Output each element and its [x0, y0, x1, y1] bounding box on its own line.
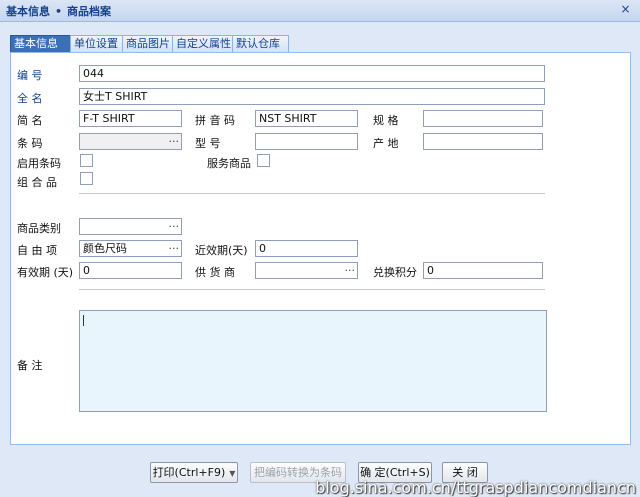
text-caret	[83, 315, 84, 326]
fullname-input[interactable]: 女士T SHIRT	[79, 88, 545, 105]
pinyin-input[interactable]: NST SHIRT	[255, 110, 358, 127]
breadcrumb: 基本信息 • 商品档案	[6, 3, 111, 19]
breadcrumb-basic-info: 基本信息	[6, 5, 50, 18]
form-panel: 编 号 044 全 名 女士T SHIRT 简 名 F-T SHIRT 拼 音 …	[10, 52, 631, 445]
free-item-value: 颜色尺码	[83, 242, 127, 255]
barcode-input[interactable]: ···	[79, 133, 182, 150]
category-label: 商品类别	[17, 222, 61, 235]
category-browse-button[interactable]: ···	[169, 219, 180, 234]
model-label: 型 号	[195, 137, 221, 150]
memo-textarea[interactable]	[79, 310, 547, 412]
tab-goods-images[interactable]: 商品图片	[122, 35, 177, 52]
supplier-label: 供 货 商	[195, 266, 235, 279]
close-icon[interactable]: ×	[620, 3, 631, 15]
barcode-browse-button[interactable]: ···	[169, 134, 180, 149]
service-goods-label: 服务商品	[207, 157, 251, 170]
points-input[interactable]: 0	[423, 262, 543, 279]
barcode-label: 条 码	[17, 137, 43, 150]
free-item-input[interactable]: 颜色尺码 ···	[79, 240, 182, 257]
validity-input[interactable]: 0	[79, 262, 182, 279]
window-titlebar: 基本信息 • 商品档案 ×	[0, 0, 640, 22]
model-input[interactable]	[255, 133, 358, 150]
combo-checkbox[interactable]	[80, 172, 93, 185]
watermark-text: blog.sina.com.cn/ttgraspdiancomdiancn	[315, 478, 636, 497]
category-input[interactable]: ···	[79, 218, 182, 235]
print-button[interactable]: 打印(Ctrl+F9) ▼	[150, 462, 238, 483]
supplier-browse-button[interactable]: ···	[345, 263, 356, 278]
divider	[79, 289, 545, 290]
free-item-label: 自 由 项	[17, 244, 57, 257]
enable-barcode-checkbox[interactable]	[80, 154, 93, 167]
enable-barcode-label: 启用条码	[17, 157, 61, 170]
code-label: 编 号	[17, 69, 43, 82]
origin-input[interactable]	[423, 133, 543, 150]
service-goods-checkbox[interactable]	[257, 154, 270, 167]
memo-label: 备 注	[17, 359, 43, 372]
validity-label: 有效期 (天)	[17, 266, 74, 279]
shortname-label: 简 名	[17, 114, 43, 127]
divider	[79, 193, 545, 194]
tab-unit-settings[interactable]: 单位设置	[70, 35, 127, 52]
tab-default-warehouse[interactable]: 默认仓库	[232, 35, 289, 52]
free-item-browse-button[interactable]: ···	[169, 241, 180, 256]
fullname-label: 全 名	[17, 92, 43, 105]
supplier-input[interactable]: ···	[255, 262, 358, 279]
tab-custom-attributes[interactable]: 自定义属性	[172, 35, 237, 52]
combo-label: 组 合 品	[17, 176, 57, 189]
spec-input[interactable]	[423, 110, 543, 127]
near-expiry-input[interactable]: 0	[255, 240, 358, 257]
near-expiry-label: 近效期(天)	[195, 244, 248, 257]
spec-label: 规 格	[373, 114, 399, 127]
breadcrumb-goods-archive: 商品档案	[67, 5, 112, 18]
points-label: 兑换积分	[373, 266, 417, 279]
code-input[interactable]: 044	[79, 65, 545, 82]
chevron-down-icon[interactable]: ▼	[229, 469, 235, 478]
print-button-label: 打印(Ctrl+F9)	[152, 466, 226, 479]
tab-basic-info[interactable]: 基本信息	[10, 35, 72, 52]
origin-label: 产 地	[373, 137, 399, 150]
breadcrumb-separator: •	[55, 5, 63, 18]
shortname-input[interactable]: F-T SHIRT	[79, 110, 182, 127]
pinyin-label: 拼 音 码	[195, 114, 235, 127]
tab-bar: 基本信息 单位设置 商品图片 自定义属性 默认仓库	[10, 35, 630, 52]
